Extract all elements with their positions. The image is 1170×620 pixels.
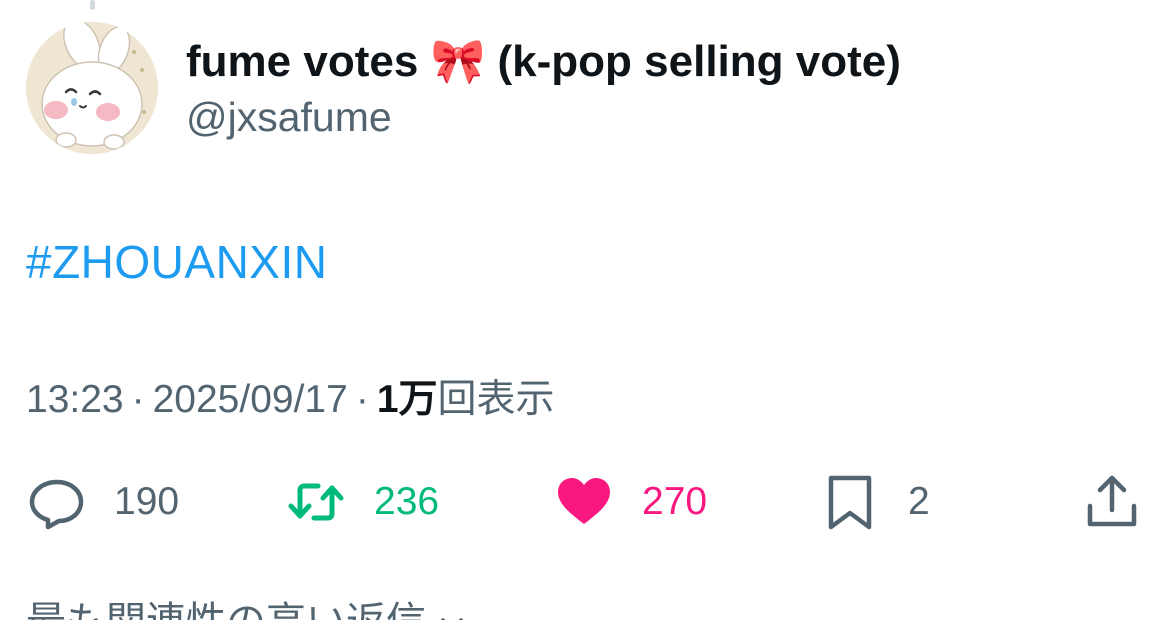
reply-icon [29,479,84,530]
chevron-down-icon [441,618,463,620]
avatar[interactable] [26,22,158,154]
reply-button[interactable]: 190 [26,472,179,532]
retweet-count: 236 [374,480,440,523]
hashtag-link[interactable]: #ZHOUANXIN [26,234,327,290]
author-display-name[interactable]: fume votes 🎀 (k-pop selling vote) [186,36,901,88]
reply-count: 190 [114,480,180,523]
bookmark-button[interactable]: 2 [820,472,930,532]
bookmark-count: 2 [908,480,930,523]
heart-icon [558,478,610,524]
retweet-icon [288,483,344,521]
post-date[interactable]: 2025/09/17 [153,378,348,421]
like-count: 270 [642,480,708,523]
replies-sort-label: 最も関連性の高い返信 [26,600,426,620]
like-button[interactable]: 270 [554,472,707,532]
views-label: 回表示 [437,378,555,421]
meta-separator: · [355,378,369,421]
author-handle[interactable]: @jxsafume [186,92,392,142]
views-count: 1万 [376,378,438,421]
share-button[interactable] [1082,472,1142,532]
post-detail: fume votes 🎀 (k-pop selling vote) @jxsaf… [0,0,1170,620]
post-time[interactable]: 13:23 [26,378,124,421]
share-icon [1087,475,1137,527]
most-relevant-replies-toggle[interactable]: 最も関連性の高い返信 [26,598,467,620]
retweet-button[interactable]: 236 [286,472,439,532]
thread-connector-line [90,0,95,10]
bookmark-icon [828,475,872,530]
post-metadata: 13:23 · 2025/09/17 · 1万回表示 [26,376,555,424]
avatar-bunny-illustration [26,22,158,154]
meta-separator: · [131,378,145,421]
